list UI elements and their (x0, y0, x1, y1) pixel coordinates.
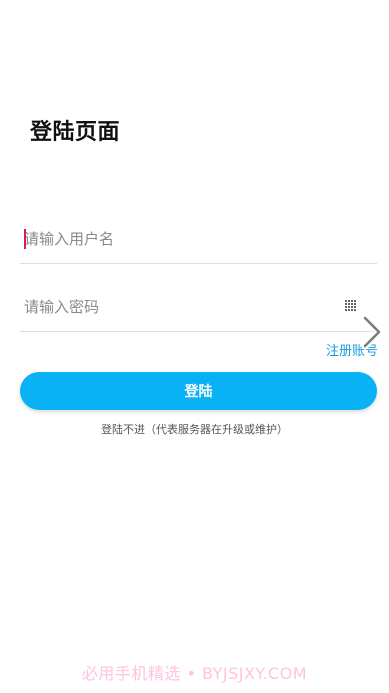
watermark: 必用手机精选 • BYJSJXY.COM (81, 664, 308, 683)
password-input[interactable] (20, 284, 324, 330)
text-cursor (24, 229, 26, 249)
login-button[interactable]: 登陆 (20, 372, 377, 410)
keypad-icon[interactable] (345, 300, 357, 312)
password-field-container (20, 284, 377, 332)
page-title: 登陆页面 (30, 120, 121, 145)
server-status-hint: 登陆不进（代表服务器在升级或维护） (101, 423, 288, 436)
username-input[interactable] (20, 216, 324, 262)
chevron-right-icon[interactable] (359, 312, 385, 352)
username-field-container (20, 216, 377, 264)
